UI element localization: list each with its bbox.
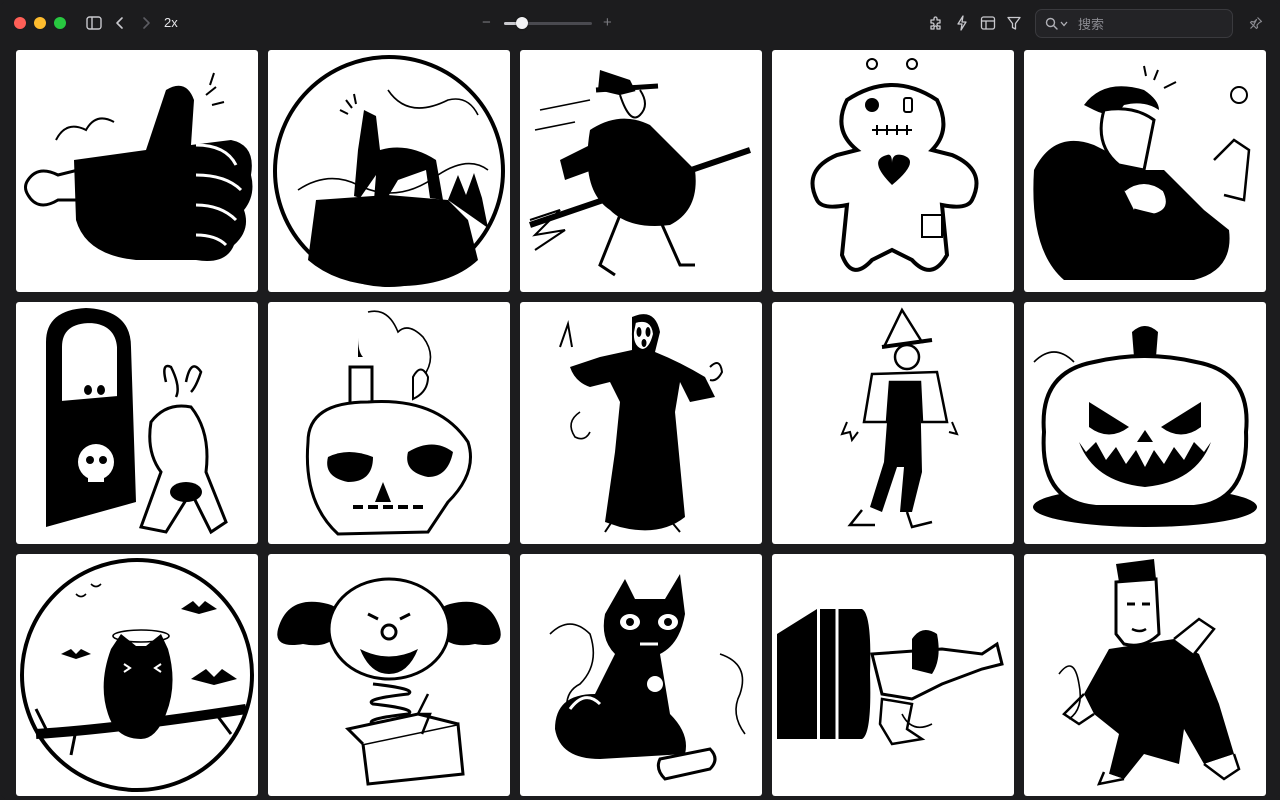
chevron-left-icon <box>116 17 123 29</box>
gallery-item-scarecrow[interactable] <box>772 302 1014 544</box>
scarecrow-illustration <box>840 307 959 529</box>
door-kid-illustration <box>46 308 228 535</box>
layout-icon <box>980 16 996 30</box>
skeleton-cat-illustration <box>549 574 746 781</box>
extensions-button[interactable] <box>926 13 946 33</box>
gallery-item-trick-or-treat[interactable] <box>16 302 258 544</box>
gallery-item-jack-o-lantern[interactable] <box>1024 302 1266 544</box>
pin-button[interactable] <box>1246 13 1266 33</box>
slider-plus-button[interactable]: + <box>603 14 612 32</box>
title-bar: 2x − + <box>0 0 1280 46</box>
thumbnail-size-slider[interactable] <box>504 17 592 29</box>
search-box[interactable] <box>1035 9 1233 38</box>
sidebar-icon <box>86 16 102 30</box>
flying-witch-illustration <box>529 70 751 277</box>
gallery-item-witch[interactable] <box>520 50 762 292</box>
traffic-lights <box>14 17 66 29</box>
voodoo-doll-illustration <box>810 58 979 272</box>
filter-button[interactable] <box>1004 13 1024 33</box>
gallery-item-clown[interactable] <box>268 554 510 796</box>
gallery-item-vampire[interactable] <box>1024 50 1266 292</box>
image-grid <box>16 50 1266 796</box>
slider-minus-button[interactable]: − <box>482 14 491 32</box>
frankenstein-illustration <box>1058 559 1241 786</box>
back-button[interactable] <box>110 13 130 33</box>
zoom-window-button[interactable] <box>54 17 66 29</box>
ghostface-illustration <box>559 314 724 533</box>
howling-wolf-illustration <box>273 55 505 287</box>
owl-illustration <box>20 558 254 792</box>
gallery-item-zombie-door[interactable] <box>772 554 1014 796</box>
sidebar-toggle-button[interactable] <box>84 13 104 33</box>
chevron-right-icon <box>143 17 150 29</box>
bolt-icon <box>957 15 967 31</box>
close-window-button[interactable] <box>14 17 26 29</box>
forward-button[interactable] <box>136 13 156 33</box>
puzzle-icon <box>930 16 941 30</box>
gallery-item-voodoo-doll[interactable] <box>772 50 1014 292</box>
gallery-item-wolf[interactable] <box>268 50 510 292</box>
layout-button[interactable] <box>978 13 998 33</box>
minimize-window-button[interactable] <box>34 17 46 29</box>
gallery-item-thumbs-up[interactable] <box>16 50 258 292</box>
thumbs-up-illustration <box>24 72 253 261</box>
search-input[interactable] <box>1076 14 1230 35</box>
pin-icon <box>1249 17 1263 30</box>
zoom-level-label[interactable]: 2x <box>164 15 178 30</box>
gallery-item-frankenstein[interactable] <box>1024 554 1266 796</box>
app-window: 2x − + <box>0 0 1280 800</box>
clown-jack-in-box-illustration <box>277 577 501 786</box>
gallery-item-skeleton-cat[interactable] <box>520 554 762 796</box>
gallery-item-skull-candle[interactable] <box>268 302 510 544</box>
actions-button[interactable] <box>952 13 972 33</box>
filter-icon <box>1007 16 1021 30</box>
zombie-door-illustration <box>777 609 1004 746</box>
gallery-item-owl[interactable] <box>16 554 258 796</box>
skull-candle-illustration <box>305 310 472 536</box>
gallery-item-ghostface[interactable] <box>520 302 762 544</box>
chevron-down-icon[interactable] <box>1060 21 1068 27</box>
vampire-illustration <box>1033 65 1251 280</box>
jack-o-lantern-illustration <box>1033 326 1257 527</box>
magnifier-icon <box>1045 17 1058 30</box>
slider-thumb[interactable] <box>516 17 528 29</box>
